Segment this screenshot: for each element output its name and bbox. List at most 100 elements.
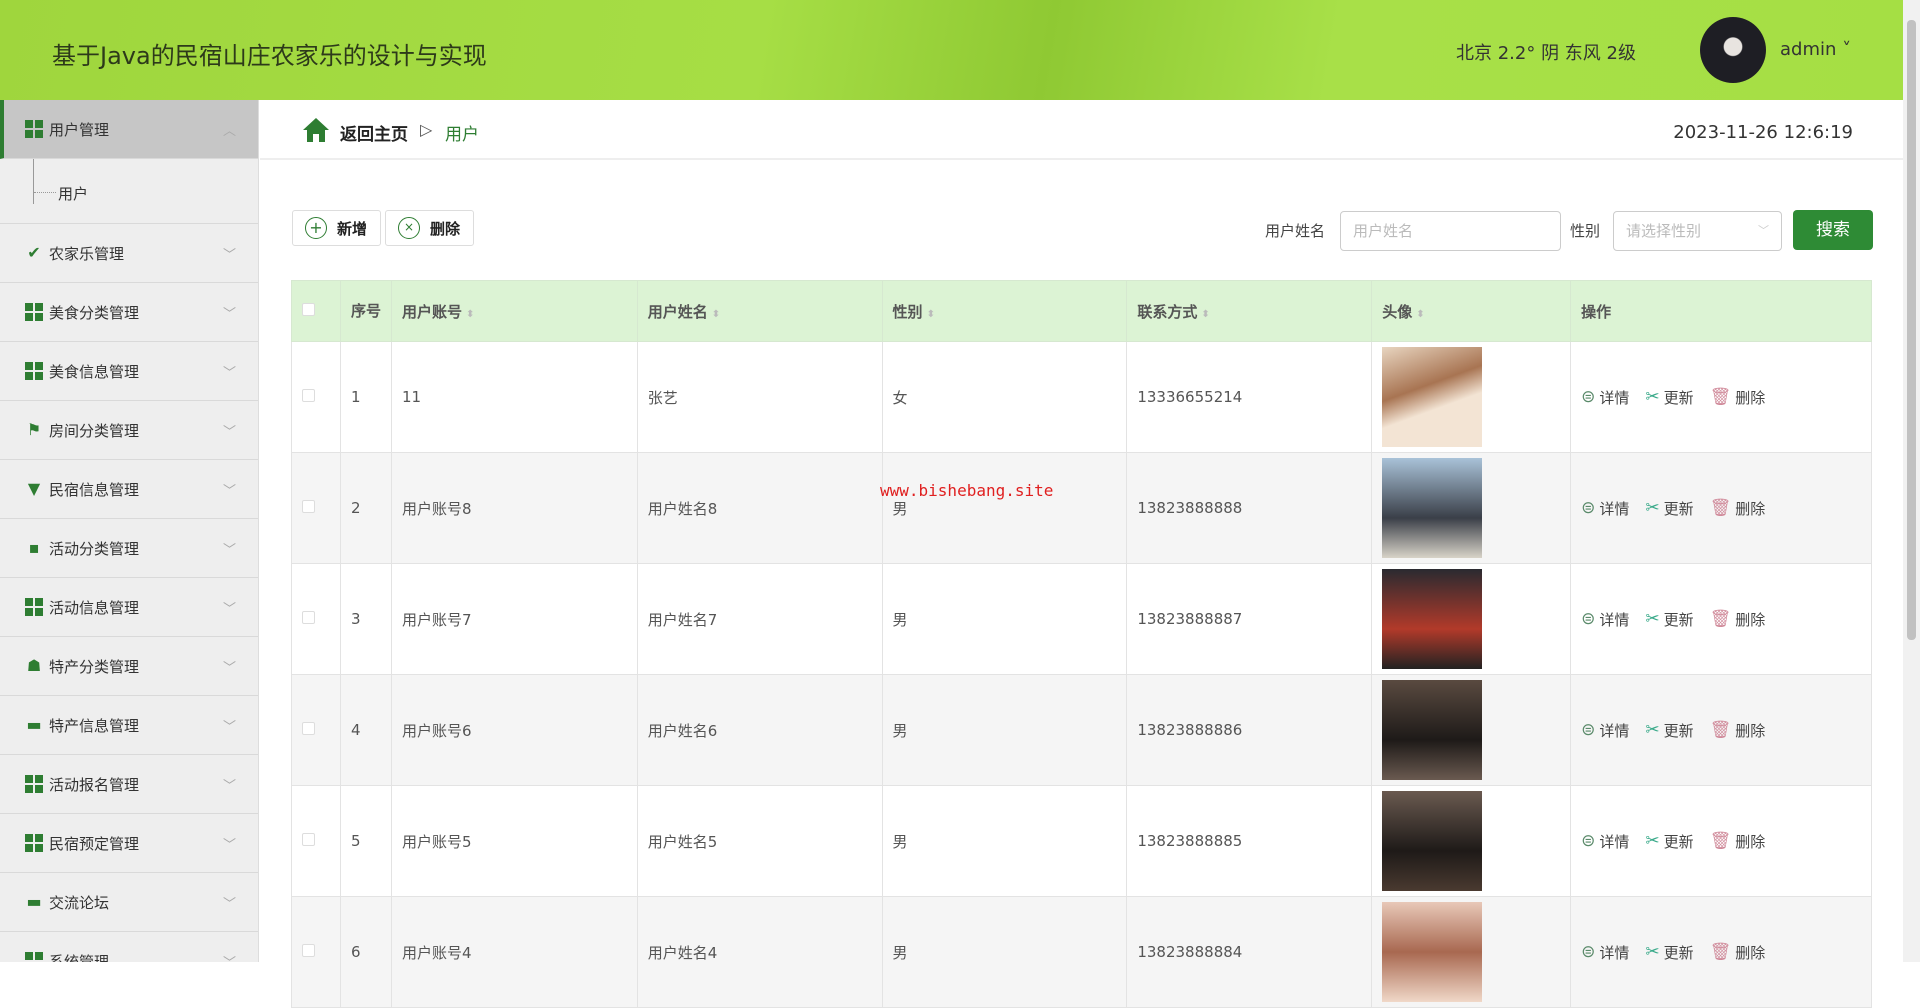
sidebar-item[interactable]: ⚑ 房间分类管理 ﹀ bbox=[0, 401, 258, 460]
chevron-down-icon: ﹀ bbox=[222, 897, 236, 912]
header-avatar[interactable]: 头像 ⬍ bbox=[1371, 280, 1572, 342]
sidebar-item-label: 美食分类管理 bbox=[49, 303, 140, 322]
sidebar-item[interactable]: ▬ 交流论坛 ﹀ bbox=[0, 873, 258, 932]
sidebar-item[interactable]: ▼ 民宿信息管理 ﹀ bbox=[0, 460, 258, 519]
weather-info: 北京 2.2° 阴 东风 2级 bbox=[1456, 43, 1636, 64]
sidebar-item[interactable]: 系统管理 ﹀ bbox=[0, 932, 258, 962]
user-menu[interactable]: admin ˅ bbox=[1780, 39, 1851, 60]
row-delete-button[interactable]: 🗑 删除 bbox=[1710, 831, 1766, 852]
sort-icon: ⬍ bbox=[1416, 308, 1425, 320]
row-delete-button[interactable]: 🗑 删除 bbox=[1710, 720, 1766, 741]
update-button[interactable]: ✂ 更新 bbox=[1645, 387, 1693, 408]
avatar-image[interactable] bbox=[1382, 347, 1483, 447]
table-row: 1 11 张艺 女 13336655214 ⊜ 详情 ✂ 更新 🗑 删除 bbox=[291, 341, 1872, 453]
search-button[interactable]: 搜索 bbox=[1793, 210, 1873, 250]
sidebar-item-user-management[interactable]: 用户管理 ︿ bbox=[0, 100, 258, 159]
detail-button[interactable]: ⊜ 详情 bbox=[1581, 609, 1629, 630]
cell-account: 用户账号7 bbox=[390, 563, 638, 675]
gender-select-placeholder: 请选择性别 bbox=[1626, 222, 1702, 240]
row-delete-button[interactable]: 🗑 删除 bbox=[1710, 942, 1766, 963]
trash-icon: 🗑 bbox=[1709, 609, 1732, 629]
sidebar-item[interactable]: ☗ 特产分类管理 ﹀ bbox=[0, 637, 258, 696]
table-row: 2 用户账号8 用户姓名8 男 13823888888 ⊜ 详情 ✂ 更新 🗑 删除 bbox=[291, 452, 1872, 564]
name-search-input[interactable]: 用户姓名 bbox=[1340, 211, 1561, 251]
page-scrollbar[interactable] bbox=[1903, 0, 1920, 962]
avatar-image[interactable] bbox=[1382, 458, 1483, 558]
trash-icon: 🗑 bbox=[1709, 831, 1732, 851]
avatar-image[interactable] bbox=[1382, 680, 1483, 780]
header-account[interactable]: 用户账号 ⬍ bbox=[390, 280, 638, 342]
sidebar-item-label: 系统管理 bbox=[49, 952, 110, 963]
chevron-down-icon: ﹀ bbox=[222, 779, 236, 794]
avatar-image[interactable] bbox=[1382, 569, 1483, 669]
sidebar-item[interactable]: 美食分类管理 ﹀ bbox=[0, 283, 258, 342]
sidebar-item[interactable]: 民宿预定管理 ﹀ bbox=[0, 814, 258, 873]
update-button[interactable]: ✂ 更新 bbox=[1645, 498, 1693, 519]
header-gender[interactable]: 性别 ⬍ bbox=[881, 280, 1128, 342]
update-button[interactable]: ✂ 更新 bbox=[1645, 942, 1693, 963]
row-checkbox[interactable] bbox=[302, 944, 315, 957]
avatar-image[interactable] bbox=[1382, 902, 1483, 1002]
chevron-down-icon: ﹀ bbox=[222, 661, 236, 676]
row-delete-button[interactable]: 🗑 删除 bbox=[1710, 609, 1766, 630]
menu-icon: ▬ bbox=[26, 892, 42, 911]
detail-button[interactable]: ⊜ 详情 bbox=[1581, 942, 1629, 963]
update-button[interactable]: ✂ 更新 bbox=[1645, 609, 1693, 630]
update-button[interactable]: ✂ 更新 bbox=[1645, 720, 1693, 741]
avatar-image[interactable] bbox=[1382, 791, 1483, 891]
sidebar-item-label: 交流论坛 bbox=[49, 893, 110, 912]
user-avatar[interactable] bbox=[1700, 17, 1766, 83]
add-label: 新增 bbox=[337, 219, 368, 238]
row-checkbox[interactable] bbox=[302, 389, 315, 402]
row-checkbox[interactable] bbox=[302, 833, 315, 846]
search-detail-icon: ⊜ bbox=[1581, 609, 1596, 629]
detail-button[interactable]: ⊜ 详情 bbox=[1581, 387, 1629, 408]
cell-name: 用户姓名5 bbox=[636, 785, 883, 897]
home-icon[interactable] bbox=[302, 117, 330, 143]
search-detail-icon: ⊜ bbox=[1581, 720, 1596, 740]
x-circle-icon: × bbox=[398, 217, 420, 239]
delete-button[interactable]: × 删除 bbox=[385, 210, 474, 246]
search-detail-icon: ⊜ bbox=[1581, 942, 1596, 962]
detail-button[interactable]: ⊜ 详情 bbox=[1581, 720, 1629, 741]
update-button[interactable]: ✂ 更新 bbox=[1645, 831, 1693, 852]
chevron-down-icon: ﹀ bbox=[222, 248, 236, 263]
row-checkbox[interactable] bbox=[302, 500, 315, 513]
detail-button[interactable]: ⊜ 详情 bbox=[1581, 498, 1629, 519]
table-row: 5 用户账号5 用户姓名5 男 13823888885 ⊜ 详情 ✂ 更新 🗑 删除 bbox=[291, 785, 1872, 897]
header-phone[interactable]: 联系方式 ⬍ bbox=[1126, 280, 1373, 342]
sidebar-item[interactable]: 活动信息管理 ﹀ bbox=[0, 578, 258, 637]
sidebar-subitem-user[interactable]: 用户 bbox=[0, 159, 258, 224]
sidebar-item[interactable]: ✔ 农家乐管理 ﹀ bbox=[0, 224, 258, 283]
sidebar-item[interactable]: ▬ 特产信息管理 ﹀ bbox=[0, 696, 258, 755]
row-checkbox[interactable] bbox=[302, 722, 315, 735]
row-checkbox[interactable] bbox=[302, 611, 315, 624]
row-delete-button[interactable]: 🗑 删除 bbox=[1710, 498, 1766, 519]
header-name[interactable]: 用户姓名 ⬍ bbox=[636, 280, 883, 342]
menu-icon: ✔ bbox=[27, 243, 41, 262]
cell-name: 用户姓名7 bbox=[636, 563, 883, 675]
sidebar-item-label: 民宿信息管理 bbox=[49, 480, 140, 499]
grid-icon bbox=[25, 834, 43, 852]
gender-select[interactable]: 请选择性别 ﹀ bbox=[1613, 211, 1782, 251]
detail-button[interactable]: ⊜ 详情 bbox=[1581, 831, 1629, 852]
sort-icon: ⬍ bbox=[926, 308, 935, 320]
scrollbar-thumb[interactable] bbox=[1907, 20, 1916, 640]
menu-icon: ▼ bbox=[27, 479, 41, 498]
sidebar-item[interactable]: ▪ 活动分类管理 ﹀ bbox=[0, 519, 258, 578]
cell-index: 6 bbox=[339, 896, 392, 1008]
row-delete-button[interactable]: 🗑 删除 bbox=[1710, 387, 1766, 408]
add-button[interactable]: + 新增 bbox=[292, 210, 381, 246]
sidebar-item[interactable]: 活动报名管理 ﹀ bbox=[0, 755, 258, 814]
cell-phone: 13823888886 bbox=[1126, 674, 1373, 786]
grid-icon bbox=[25, 775, 43, 793]
sidebar-item[interactable]: 美食信息管理 ﹀ bbox=[0, 342, 258, 401]
menu-icon: ▬ bbox=[26, 715, 42, 734]
gender-filter-label: 性别 bbox=[1570, 222, 1601, 240]
trash-icon: 🗑 bbox=[1709, 387, 1732, 407]
back-home-link[interactable]: 返回主页 bbox=[340, 120, 408, 145]
table-row: 4 用户账号6 用户姓名6 男 13823888886 ⊜ 详情 ✂ 更新 🗑 删除 bbox=[291, 674, 1872, 786]
cell-gender: 男 bbox=[881, 563, 1128, 675]
select-all-checkbox[interactable] bbox=[302, 303, 315, 316]
cell-name: 张艺 bbox=[636, 341, 883, 453]
